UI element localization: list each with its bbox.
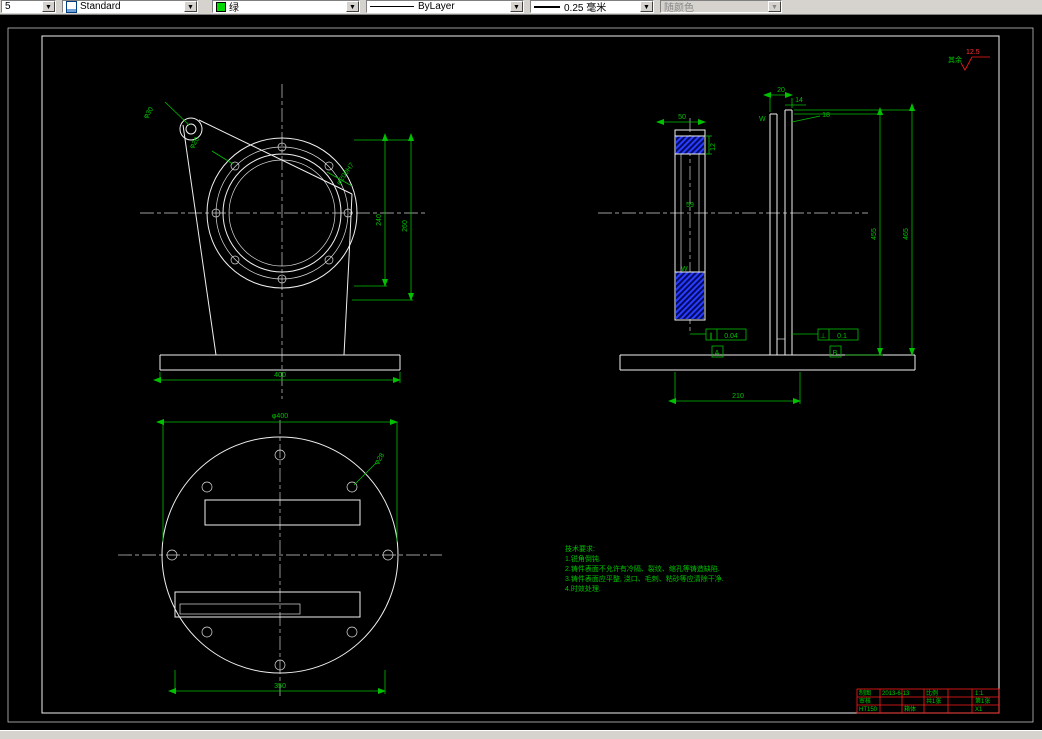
dim-slot-width: 350 (274, 683, 286, 690)
dim-h1: 455 (871, 228, 878, 240)
roughness-value: 12.5 (966, 49, 980, 56)
chevron-down-icon[interactable]: ▼ (184, 1, 197, 12)
dim-v2: 260 (402, 220, 409, 232)
note-line: 4.时效处理. (565, 584, 601, 593)
tb-part-name: 箱体 (904, 705, 916, 713)
dim-f: 18 (822, 112, 830, 119)
sheet-border (7, 27, 1034, 723)
tb-scale-value: 1:1 (975, 691, 984, 697)
linetype-combo[interactable]: ByLayer ▼ (366, 0, 524, 13)
front-view: φ30 φ20 φ200H7 240 260 400 (140, 84, 425, 399)
properties-toolbar: 5 ▼ Standard ▼ 绿 ▼ ByLayer ▼ 0.25 毫米 ▼ 随… (0, 0, 1042, 15)
datum-right: B (833, 350, 838, 357)
tb-drawn-label: 制图 (859, 689, 871, 697)
weld-symbol-right: W (759, 116, 766, 123)
tolerance-frames: ∥ 0.04 A ⊥ 0.1 B (690, 328, 859, 358)
notes-title: 技术要求: (565, 544, 595, 553)
chevron-down-icon[interactable]: ▼ (346, 1, 359, 12)
left-combo[interactable]: 5 ▼ (1, 0, 56, 13)
left-combo-value: 5 (5, 1, 11, 12)
tolerance-value-right: 0.1 (837, 333, 847, 340)
front-view-dimensions: φ30 φ20 φ200H7 240 260 400 (142, 101, 414, 383)
side-view: 50 12 59 W 20 14 18 W 455 465 210 ∥ 0.04… (598, 87, 916, 404)
dim-hole-dia: φ20 (188, 136, 201, 150)
tb-scale-label: 比例 (926, 689, 938, 697)
tb-drawing-no: X1 (975, 707, 983, 713)
tb-material: HT150 (859, 707, 878, 713)
style-combo-value: Standard (80, 1, 121, 12)
color-combo[interactable]: 绿 ▼ (212, 0, 360, 14)
tb-checked-label: 审核 (859, 697, 871, 705)
linetype-combo-value: ByLayer (418, 1, 455, 12)
dim-lug-dia: φ30 (142, 106, 155, 120)
tb-sheets: 共1张 (926, 697, 941, 705)
tolerance-symbol-right: ⊥ (820, 333, 826, 340)
plotstyle-combo-value: 随颜色 (664, 3, 694, 14)
dim-base: 210 (732, 393, 744, 400)
note-line: 3.铸件表面应平整, 浇口、毛刺、粘砂等应清除干净. (565, 574, 724, 583)
chevron-down-icon[interactable]: ▼ (640, 1, 653, 12)
color-combo-value: 绿 (229, 3, 239, 14)
dim-v1: 240 (376, 214, 383, 226)
dim-hole-dia: φ28 (373, 452, 386, 466)
lineweight-preview-icon (534, 5, 560, 8)
roughness-check-icon (960, 56, 990, 71)
lineweight-combo[interactable]: 0.25 毫米 ▼ (530, 0, 654, 14)
tolerance-value-left: 0.04 (724, 333, 738, 340)
linetype-preview-icon (370, 6, 414, 7)
note-line: 2.铸件表面不允许有冷隔、裂纹、缩孔等铸造缺陷. (565, 564, 720, 573)
title-block: 制图 2013-6-13 比例 1:1 审核 共1张 第1张 HT150 箱体 … (856, 688, 1000, 714)
bottom-scroll-strip[interactable] (0, 730, 1042, 739)
dim-d: 20 (777, 87, 785, 94)
datum-left: A (715, 350, 720, 357)
tb-sheet-no: 第1张 (975, 697, 990, 705)
dim-c: 59 (686, 202, 694, 209)
plotstyle-combo: 随颜色 ▼ (660, 0, 782, 14)
dim-h2: 465 (903, 228, 910, 240)
lineweight-combo-value: 0.25 毫米 (564, 3, 607, 14)
weld-symbol-left: W (681, 266, 688, 273)
chevron-down-icon[interactable]: ▼ (510, 1, 523, 12)
dim-b: 12 (710, 143, 717, 151)
color-swatch-icon (216, 1, 226, 12)
note-line: 1.锐角倒钝. (565, 554, 601, 563)
bottom-view: φ400 350 φ28 (118, 413, 442, 696)
dim-base-width: 400 (274, 372, 286, 379)
style-combo[interactable]: Standard ▼ (62, 0, 198, 13)
side-view-dimensions: 50 12 59 W 20 14 18 W 455 465 210 (656, 87, 915, 404)
style-icon (66, 0, 77, 13)
drawing-canvas[interactable]: φ30 φ20 φ200H7 240 260 400 φ400 350 φ28 … (0, 14, 1042, 731)
model-space[interactable]: φ30 φ20 φ200H7 240 260 400 φ400 350 φ28 … (0, 14, 1042, 731)
tolerance-symbol-left: ∥ (709, 332, 713, 340)
chevron-down-icon[interactable]: ▼ (42, 1, 55, 12)
dim-a: 50 (678, 114, 686, 121)
chevron-down-icon: ▼ (768, 1, 781, 12)
dim-e: 14 (795, 97, 803, 104)
tb-date: 2013-6-13 (882, 691, 910, 697)
dim-plate-dia: φ400 (272, 413, 288, 420)
technical-notes: 技术要求: 1.锐角倒钝. 2.铸件表面不允许有冷隔、裂纹、缩孔等铸造缺陷. 3… (565, 544, 724, 593)
surface-roughness: 其余 12.5 (948, 49, 990, 71)
roughness-prefix: 其余 (948, 55, 962, 64)
